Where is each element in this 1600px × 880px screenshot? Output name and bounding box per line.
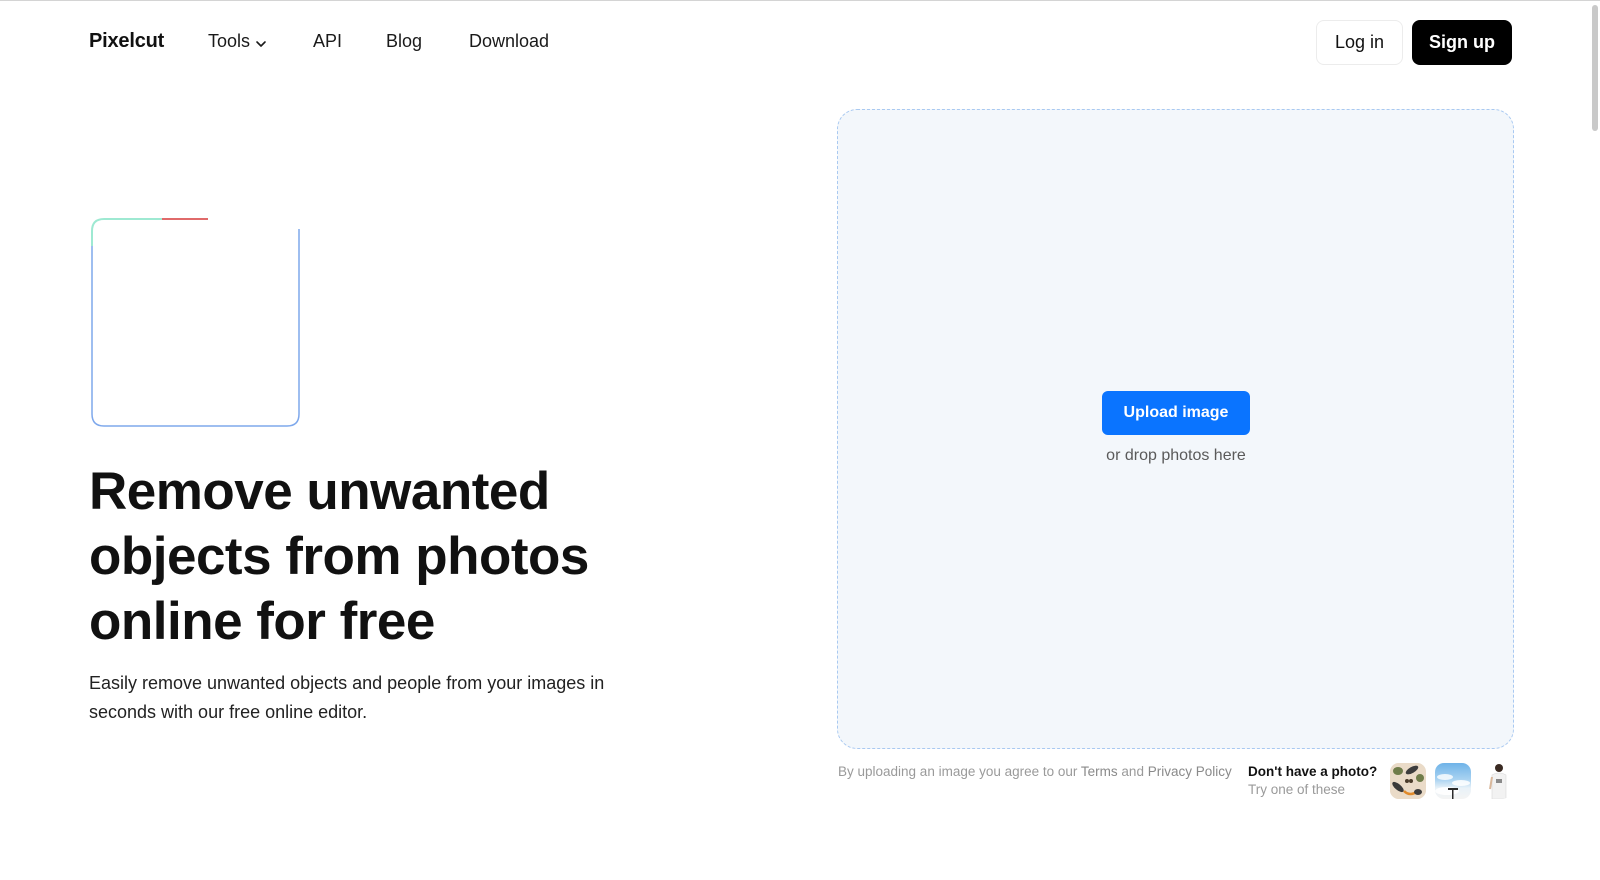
nav-tools-dropdown[interactable]: Tools	[208, 31, 268, 52]
frame-outline-graphic	[91, 218, 300, 427]
upload-image-button[interactable]: Upload image	[1102, 391, 1250, 435]
drop-hint-text: or drop photos here	[1106, 447, 1246, 464]
nav-blog-link[interactable]: Blog	[386, 31, 422, 52]
top-navigation: Pixelcut Tools API Blog Download Log in …	[0, 1, 1600, 83]
nav-download-link[interactable]: Download	[469, 31, 549, 52]
privacy-policy-link[interactable]: Privacy Policy	[1148, 764, 1232, 779]
sky-image-icon	[1435, 774, 1470, 799]
scrollbar-thumb[interactable]	[1592, 5, 1598, 131]
sample-thumbnail-person[interactable]	[1481, 763, 1511, 799]
signup-button[interactable]: Sign up	[1412, 20, 1512, 65]
page-scrollbar[interactable]	[1588, 1, 1600, 880]
terms-and: and	[1117, 764, 1148, 779]
sample-thumbnail-accessories[interactable]	[1390, 763, 1426, 799]
hero-subtext: Easily remove unwanted objects and peopl…	[89, 673, 605, 722]
sample-photos-title: Don't have a photo?	[1248, 764, 1378, 779]
hero-headline: Remove unwanted objects from photos onli…	[89, 462, 589, 651]
nav-api-link[interactable]: API	[313, 31, 342, 52]
animated-frame-illustration	[91, 218, 300, 427]
person-image-icon	[1489, 764, 1507, 799]
pixelcut-logo[interactable]: Pixelcut	[89, 30, 164, 53]
sample-thumbnail-sky[interactable]	[1435, 763, 1471, 799]
nav-tools-label: Tools	[208, 31, 251, 51]
terms-link[interactable]: Terms	[1081, 764, 1118, 779]
chevron-down-icon	[254, 35, 268, 49]
sample-photos-subtitle: Try one of these	[1248, 782, 1346, 797]
login-button[interactable]: Log in	[1316, 20, 1403, 65]
accessories-image-icon	[1390, 763, 1426, 799]
terms-notice: By uploading an image you agree to our T…	[838, 763, 1232, 781]
terms-prefix: By uploading an image you agree to our	[838, 764, 1081, 779]
